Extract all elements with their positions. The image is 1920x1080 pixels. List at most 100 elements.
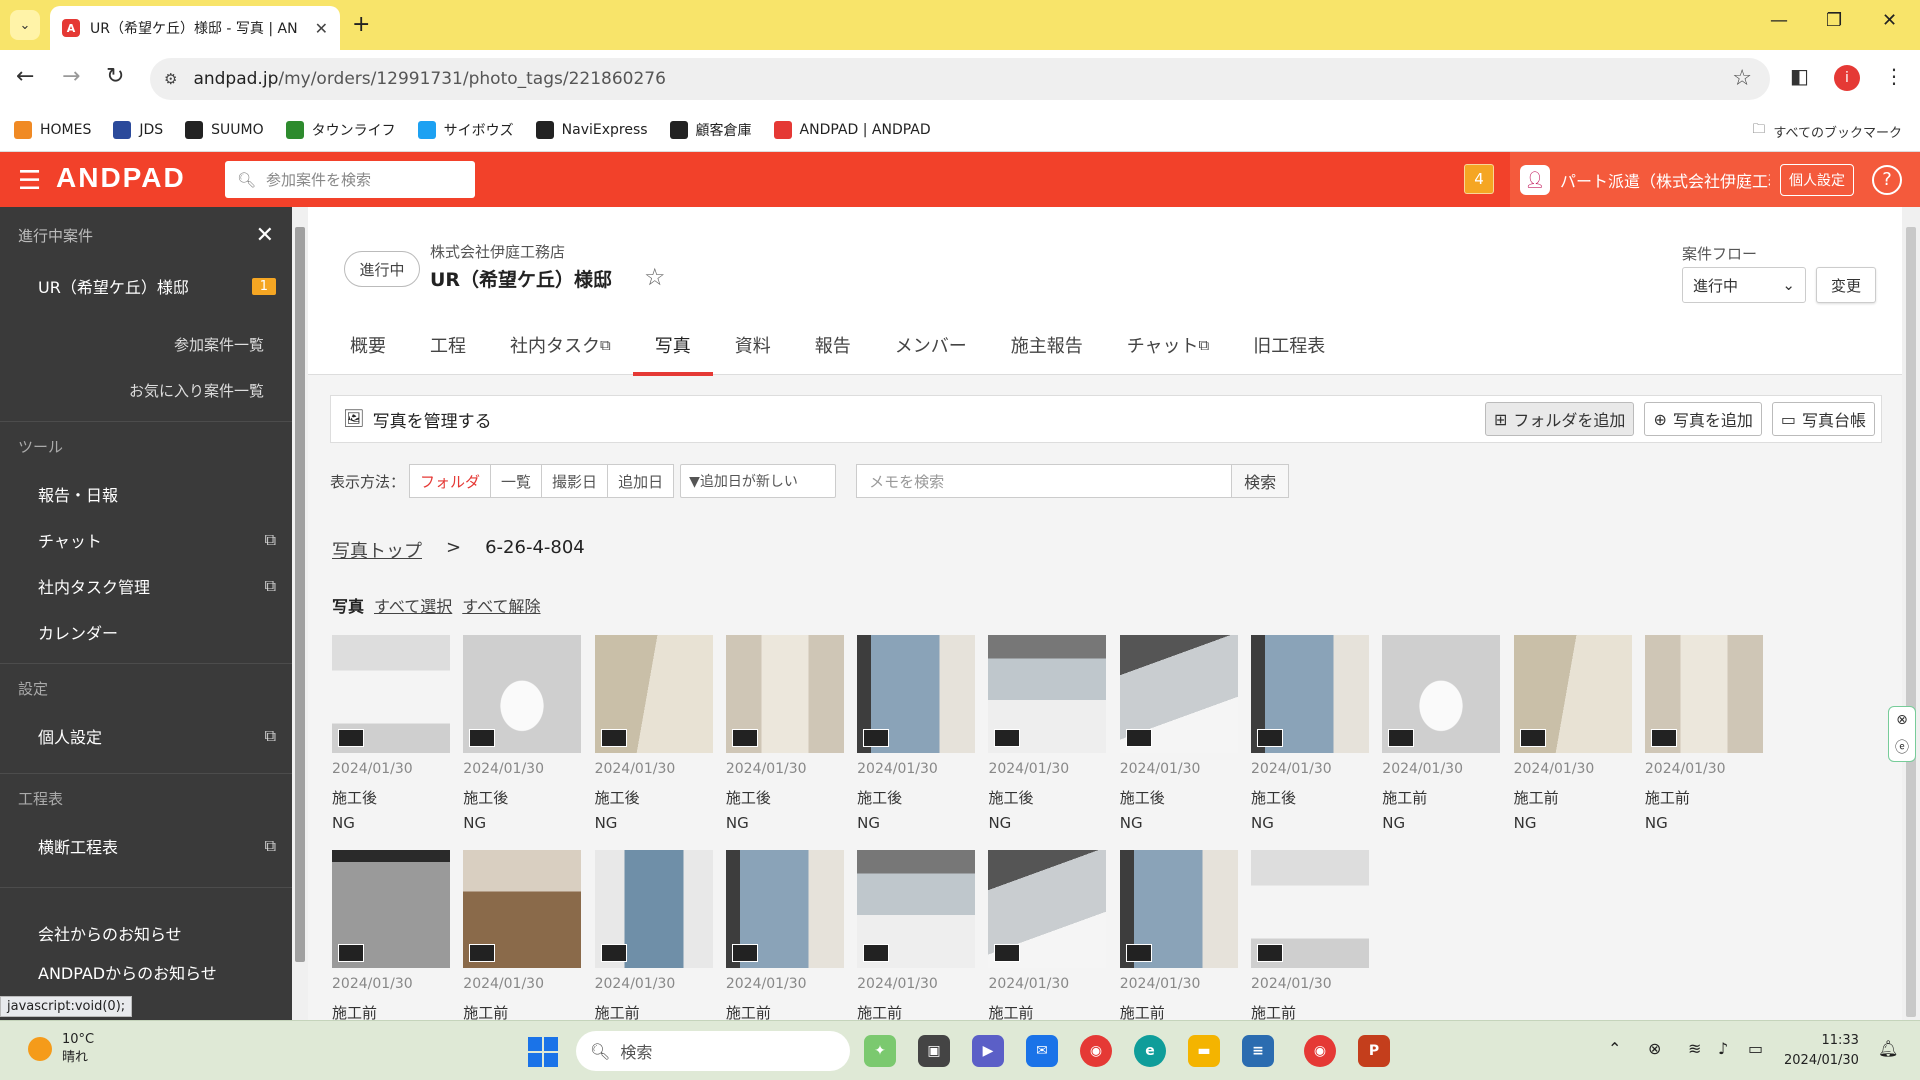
taskbar-clock[interactable]: 11:33 2024/01/30 (1784, 1031, 1859, 1071)
photo-thumbnail[interactable] (332, 635, 450, 753)
photo-thumbnail[interactable] (1119, 849, 1238, 968)
view-mode-folder[interactable]: フォルダ (409, 464, 492, 498)
tab-7[interactable]: 施主報告 (989, 315, 1105, 375)
sidebar-item-andpad-notice[interactable]: ANDPADからのお知らせ (0, 949, 292, 995)
teams-icon[interactable]: ▶ (972, 1035, 1004, 1067)
notification-bell-icon[interactable]: 🔔︎ (1878, 1039, 1898, 1058)
reload-icon[interactable]: ↻ (106, 64, 124, 89)
powerpoint-icon[interactable]: P (1358, 1035, 1390, 1067)
photo-thumbnail[interactable] (988, 849, 1107, 968)
photo-thumbnail[interactable] (725, 635, 844, 753)
bookmark-item[interactable]: タウンライフ (285, 120, 396, 140)
scrollbar-thumb[interactable] (1906, 227, 1916, 1017)
tab-4[interactable]: 資料 (713, 315, 793, 375)
sidebar-item-reports[interactable]: 報告・日報 (0, 471, 292, 517)
chrome-icon[interactable]: ◉ (1080, 1035, 1112, 1067)
sidebar-item-chat[interactable]: チャット ⧉ (0, 517, 292, 563)
photo-card[interactable]: 2024/01/30 施工後 NG (988, 635, 1107, 832)
side-panel-icon[interactable]: ◧ (1790, 64, 1809, 88)
photo-thumbnail[interactable] (1251, 849, 1370, 968)
sidebar-item-calendar[interactable]: カレンダー (0, 609, 292, 655)
breadcrumb-photo-top[interactable]: 写真トップ (332, 537, 422, 563)
sidebar-scrollbar[interactable] (292, 207, 308, 1020)
memo-search-input[interactable]: メモを検索 (856, 464, 1233, 498)
tab-1[interactable]: 工程 (408, 315, 488, 375)
photo-ledger-button[interactable]: ▭ 写真台帳 (1771, 402, 1875, 436)
photo-thumbnail[interactable] (1119, 635, 1238, 753)
view-mode-list[interactable]: 一覧 (491, 464, 543, 498)
forward-arrow-icon[interactable]: → (62, 64, 80, 89)
tab-close-icon[interactable]: ✕ (315, 19, 328, 38)
add-photo-button[interactable]: ⊕ 写真を追加 (1644, 402, 1762, 436)
help-icon[interactable]: ? (1872, 164, 1902, 195)
bookmark-item[interactable]: HOMES (14, 120, 91, 139)
photo-card[interactable]: 2024/01/30 施工前 (594, 849, 713, 1020)
photo-thumbnail[interactable] (1251, 635, 1370, 753)
add-folder-button[interactable]: ⊞ フォルダを追加 (1485, 402, 1635, 436)
restore-icon[interactable]: ❐ (1826, 10, 1842, 31)
tab-8[interactable]: チャット ⧉ (1105, 315, 1232, 375)
photo-card[interactable]: 2024/01/30 施工前 (857, 849, 976, 1020)
photo-card[interactable]: 2024/01/30 施工後 NG (463, 635, 582, 832)
photo-thumbnail[interactable] (1382, 635, 1501, 753)
photo-card[interactable]: 2024/01/30 施工前 (463, 849, 582, 1020)
close-circle-icon[interactable]: ⊗ (1896, 712, 1908, 728)
site-info-icon[interactable]: ⚙ (164, 70, 177, 88)
tab-9[interactable]: 旧工程表 (1231, 315, 1347, 375)
bookmark-item[interactable]: 顧客倉庫 (669, 120, 752, 140)
bookmark-item[interactable]: ANDPAD | ANDPAD (773, 120, 931, 139)
tab-3[interactable]: 写真 (632, 315, 713, 376)
tab-0[interactable]: 概要 (328, 315, 408, 375)
notepad-icon[interactable]: ≡ (1242, 1035, 1274, 1067)
photo-thumbnail[interactable] (463, 635, 582, 753)
minimize-icon[interactable]: — (1770, 10, 1788, 31)
start-windows-icon[interactable] (528, 1037, 558, 1067)
sort-select[interactable]: ▼追加日が新しい (680, 464, 837, 498)
page-scrollbar[interactable] (1902, 207, 1920, 1020)
view-mode-added-date[interactable]: 追加日 (608, 464, 675, 498)
photo-card[interactable]: 2024/01/30 施工前 (988, 849, 1107, 1020)
tab-6[interactable]: メンバー (873, 315, 989, 375)
flow-select[interactable]: 進行中 ⌄ (1682, 267, 1806, 303)
profile-avatar[interactable]: i (1834, 65, 1860, 91)
photo-card[interactable]: 2024/01/30 施工後 NG (1119, 635, 1238, 832)
user-menu[interactable]: 👤︎ パート派遣（株式会社伊庭工務店） 個人設定 ? (1510, 152, 1920, 207)
photo-card[interactable]: 2024/01/30 施工後 NG (725, 635, 844, 832)
select-all-link[interactable]: すべて選択 (374, 593, 452, 617)
photo-card[interactable]: 2024/01/30 施工前 (725, 849, 844, 1020)
photo-thumbnail[interactable] (857, 849, 976, 968)
menu-kebab-icon[interactable]: ⋮ (1884, 64, 1904, 88)
photo-card[interactable]: 2024/01/30 施工前 (332, 849, 450, 1020)
photo-thumbnail[interactable] (332, 849, 450, 968)
chrome-active-icon[interactable]: ◉ (1304, 1035, 1336, 1067)
file-explorer-icon[interactable]: ▬ (1188, 1035, 1220, 1067)
memo-search-button[interactable]: 検索 (1232, 464, 1290, 498)
wifi-icon[interactable]: ≋ (1688, 1039, 1701, 1058)
battery-icon[interactable]: ▭ (1748, 1039, 1763, 1058)
edge-icon[interactable]: e (1134, 1035, 1166, 1067)
sidebar-item-personal-settings[interactable]: 個人設定 ⧉ (0, 713, 292, 759)
copilot-icon[interactable]: ✦ (864, 1035, 896, 1067)
tab-list-chevron-icon[interactable]: ⌄ (10, 10, 40, 40)
bookmark-star-icon[interactable]: ☆ (1732, 66, 1752, 91)
photo-thumbnail[interactable] (1644, 635, 1763, 753)
bookmark-item[interactable]: SUUMO (185, 120, 264, 139)
photo-thumbnail[interactable] (725, 849, 844, 968)
photo-card[interactable]: 2024/01/30 施工後 NG (857, 635, 976, 832)
volume-icon[interactable]: ♪ (1718, 1039, 1728, 1058)
photo-thumbnail[interactable] (857, 635, 976, 753)
sidebar-item-tasks[interactable]: 社内タスク管理 ⧉ (0, 563, 292, 609)
weather-widget[interactable]: 10°C 晴れ (28, 1031, 94, 1067)
flow-change-button[interactable]: 変更 (1816, 267, 1876, 303)
photo-card[interactable]: 2024/01/30 施工後 NG (1251, 635, 1370, 832)
tab-2[interactable]: 社内タスク ⧉ (488, 315, 633, 375)
photo-thumbnail[interactable] (1513, 635, 1632, 753)
photo-card[interactable]: 2024/01/30 施工前 (1119, 849, 1238, 1020)
photo-thumbnail[interactable] (988, 635, 1107, 753)
sidebar-item-active-project[interactable]: UR（希望ケ丘）様邸 1 (0, 263, 292, 309)
hamburger-menu-icon[interactable]: ☰ (18, 166, 41, 196)
sidebar-link-participating[interactable]: 参加案件一覧 (0, 321, 292, 367)
tray-app-icon[interactable]: ⊗ (1648, 1039, 1661, 1058)
bookmark-item[interactable]: NaviExpress (535, 120, 648, 139)
andpad-logo[interactable]: ANDPAD (56, 162, 186, 194)
